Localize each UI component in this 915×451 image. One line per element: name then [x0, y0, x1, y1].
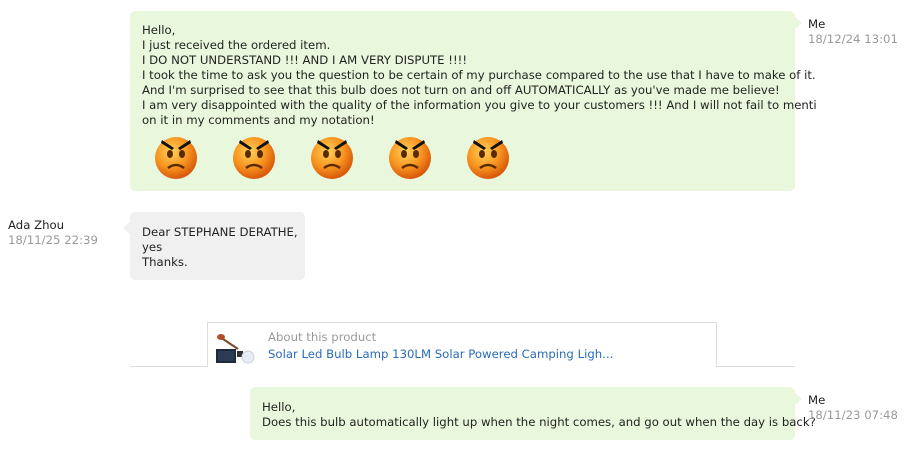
bubble-tail — [795, 17, 802, 29]
message-timestamp: 18/11/23 07:48 — [808, 408, 898, 422]
sender-name: Me — [808, 393, 826, 407]
message-line: I just received the ordered item. — [142, 38, 331, 52]
sender-info-me-2: Me 18/11/23 07:48 — [808, 393, 898, 423]
product-card: About this product Solar Led Bulb Lamp 1… — [207, 322, 717, 366]
message-line: on it in my comments and my notation! — [142, 113, 375, 127]
divider — [130, 366, 208, 367]
message-line: And I'm surprised to see that this bulb … — [142, 83, 780, 97]
message-line: Hello, — [262, 400, 296, 414]
sender-name: Ada Zhou — [8, 218, 65, 232]
angry-face-icon — [386, 132, 434, 180]
sender-info-me-1: Me 18/12/24 13:01 — [808, 17, 898, 47]
sender-info-ada: Ada Zhou 18/11/25 22:39 — [8, 218, 98, 248]
emoji-row — [152, 132, 783, 180]
message-bubble-me-1: Hello, I just received the ordered item.… — [130, 11, 817, 191]
message-line: Thanks. — [142, 255, 188, 269]
angry-face-icon — [464, 132, 512, 180]
bubble-tail — [123, 222, 130, 234]
message-bubble-me-2: Hello, Does this bulb automatically ligh… — [250, 387, 816, 440]
message-bubble-other-1: Dear STEPHANE DERATHE, yes Thanks. — [130, 212, 305, 280]
angry-face-icon — [308, 132, 356, 180]
sender-name: Me — [808, 17, 826, 31]
message-line: yes — [142, 240, 163, 254]
message-line: I am very disappointed with the quality … — [142, 98, 817, 112]
solar-bulb-thumbnail-icon — [214, 331, 262, 365]
product-title-link[interactable]: Solar Led Bulb Lamp 130LM Solar Powered … — [268, 347, 613, 361]
message-line: Dear STEPHANE DERATHE, — [142, 225, 298, 239]
message-line: Does this bulb automatically light up wh… — [262, 415, 816, 429]
message-timestamp: 18/12/24 13:01 — [808, 32, 898, 46]
message-line: I DO NOT UNDERSTAND !!! AND I AM VERY DI… — [142, 53, 468, 67]
angry-face-icon — [230, 132, 278, 180]
message-line: I took the time to ask you the question … — [142, 68, 816, 82]
angry-face-icon — [152, 132, 200, 180]
product-section-label: About this product — [268, 330, 377, 344]
bubble-tail — [795, 393, 802, 405]
message-timestamp: 18/11/25 22:39 — [8, 233, 98, 247]
message-line: Hello, — [142, 23, 176, 37]
divider — [716, 366, 795, 367]
